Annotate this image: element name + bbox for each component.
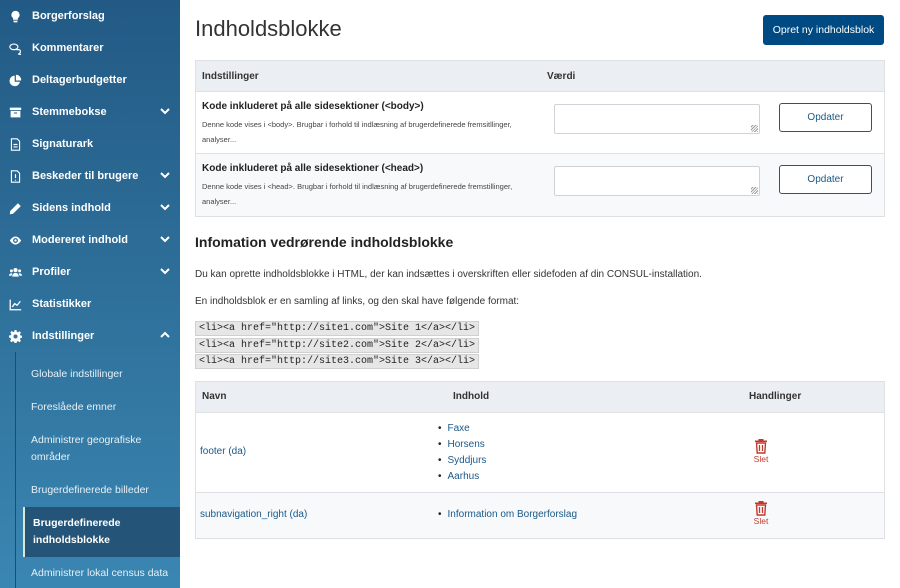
column-header-settings: Indstillinger (202, 70, 259, 82)
pie-chart-icon (8, 73, 22, 87)
block-content-link[interactable]: Faxe (438, 421, 486, 437)
subnav-item-globale-indstillinger[interactable]: Globale indstillinger (16, 358, 180, 391)
subnav-item-lokal-census-data[interactable]: Administrer lokal census data (16, 557, 180, 588)
setting-description: Denne kode vises i <head>. Brugbar i for… (202, 182, 513, 206)
code-example-line: <li><a href="http://site1.com">Site 1</a… (195, 321, 480, 336)
sidebar-item-profiler[interactable]: Profiler (0, 256, 180, 288)
column-header-value: Værdi (547, 70, 576, 82)
document-icon (8, 137, 22, 151)
update-head-button[interactable]: Opdater (779, 165, 872, 194)
sidebar-item-label: Borgerforslag (32, 10, 105, 22)
info-paragraph: Du kan oprette indholdsblokke i HTML, de… (195, 269, 702, 280)
block-content-link[interactable]: Information om Borgerforslag (438, 507, 578, 523)
sidebar: Borgerforslag Kommentarer Deltagerbudget… (0, 0, 180, 588)
create-content-block-button[interactable]: Opret ny indholdsblok (763, 15, 884, 45)
code-example-line: <li><a href="http://site3.com">Site 3</a… (195, 354, 480, 369)
block-content-link[interactable]: Syddjurs (438, 453, 487, 469)
page-title: Indholdsblokke (195, 16, 342, 41)
subnav-item-brugerdefinerede-billeder[interactable]: Brugerdefinerede billeder (16, 474, 180, 507)
lightbulb-icon (8, 9, 22, 23)
setting-title: Kode inkluderet på alle sidesektioner (<… (202, 101, 424, 112)
archive-box-icon (8, 105, 22, 119)
sidebar-item-label: Statistikker (32, 298, 92, 310)
eye-icon (8, 233, 22, 247)
sidebar-item-deltagerbudgetter[interactable]: Deltagerbudgetter (0, 64, 180, 96)
chevron-down-icon[interactable] (160, 106, 170, 116)
column-header-content: Indhold (453, 391, 490, 402)
block-name-link[interactable]: footer (da) (200, 446, 246, 457)
gear-icon (8, 329, 22, 343)
sidebar-item-label: Deltagerbudgetter (32, 74, 127, 86)
comments-icon (8, 41, 22, 55)
delete-button[interactable]: Slet (751, 438, 771, 464)
settings-row: Kode inkluderet på alle sidesektioner (<… (196, 92, 884, 154)
line-chart-icon (8, 297, 22, 311)
chevron-down-icon[interactable] (160, 170, 170, 180)
update-body-button[interactable]: Opdater (779, 103, 872, 132)
sidebar-item-label: Indstillinger (32, 330, 95, 342)
trash-icon (755, 501, 767, 516)
code-example-line: <li><a href="http://site2.com">Site 2</a… (195, 338, 480, 353)
delete-button[interactable]: Slet (751, 500, 771, 526)
info-paragraph: En indholdsblok er en samling af links, … (195, 296, 520, 307)
sidebar-item-label: Modereret indhold (32, 234, 128, 246)
column-header-actions: Handlinger (749, 391, 802, 402)
sidebar-item-label: Beskeder til brugere (32, 170, 139, 182)
delete-label: Slet (753, 516, 769, 526)
sidebar-item-signaturark[interactable]: Signaturark (0, 128, 180, 160)
chevron-down-icon[interactable] (160, 202, 170, 212)
chevron-up-icon[interactable] (160, 330, 170, 340)
sidebar-item-beskeder[interactable]: Beskeder til brugere (0, 160, 180, 192)
settings-row: Kode inkluderet på alle sidesektioner (<… (196, 154, 884, 216)
blocks-table-header: Navn Indhold Handlinger (196, 382, 884, 413)
main-content: Indholdsblokke Opret ny indholdsblok Ind… (180, 0, 900, 588)
sidebar-item-sidens-indhold[interactable]: Sidens indhold (0, 192, 180, 224)
chevron-down-icon[interactable] (160, 266, 170, 276)
sidebar-item-label: Profiler (32, 266, 71, 278)
setting-description: Denne kode vises i <body>. Brugbar i for… (202, 120, 512, 144)
settings-subnav: Globale indstillinger Foreslåede emner A… (15, 352, 180, 588)
block-content-list: Information om Borgerforslag (438, 507, 578, 523)
subnav-item-brugerdefinerede-indholdsblokke[interactable]: Brugerdefinerede indholdsblokke (23, 507, 180, 557)
sidebar-item-kommentarer[interactable]: Kommentarer (0, 32, 180, 64)
settings-table-header: Indstillinger Værdi (196, 61, 884, 92)
block-content-link[interactable]: Horsens (438, 437, 486, 453)
sidebar-item-label: Sidens indhold (32, 202, 111, 214)
trash-icon (755, 439, 767, 454)
column-header-name: Navn (202, 391, 227, 402)
block-name-link[interactable]: subnavigation_right (da) (200, 509, 307, 520)
users-icon (8, 265, 22, 279)
body-code-textarea[interactable] (554, 104, 760, 134)
block-content-link[interactable]: Aarhus (438, 469, 486, 485)
block-content-list: Faxe Horsens Syddjurs Aarhus (438, 421, 487, 485)
info-heading: Infomation vedrørende indholdsblokke (195, 234, 454, 250)
sidebar-item-label: Kommentarer (32, 42, 104, 54)
pencil-icon (8, 201, 22, 215)
chevron-down-icon[interactable] (160, 234, 170, 244)
table-row: footer (da) Faxe Horsens Syddjurs Aarhus… (196, 413, 884, 493)
sidebar-item-indstillinger[interactable]: Indstillinger (0, 320, 180, 352)
settings-table: Indstillinger Værdi Kode inkluderet på a… (195, 60, 885, 217)
subnav-item-foreslaaede-emner[interactable]: Foreslåede emner (16, 391, 180, 424)
table-row: subnavigation_right (da) Information om … (196, 493, 884, 538)
subnav-item-geografiske-omraader[interactable]: Administrer geografiske områder (16, 424, 180, 474)
setting-title: Kode inkluderet på alle sidesektioner (<… (202, 163, 424, 174)
sidebar-item-borgerforslag[interactable]: Borgerforslag (0, 0, 180, 32)
sidebar-item-label: Stemmebokse (32, 106, 107, 118)
sidebar-item-label: Signaturark (32, 138, 94, 150)
delete-label: Slet (753, 454, 769, 464)
sidebar-item-stemmebokse[interactable]: Stemmebokse (0, 96, 180, 128)
head-code-textarea[interactable] (554, 166, 760, 196)
content-blocks-table: Navn Indhold Handlinger footer (da) Faxe… (195, 381, 885, 539)
sidebar-item-statistikker[interactable]: Statistikker (0, 288, 180, 320)
sidebar-item-modereret-indhold[interactable]: Modereret indhold (0, 224, 180, 256)
message-document-icon (8, 169, 22, 183)
